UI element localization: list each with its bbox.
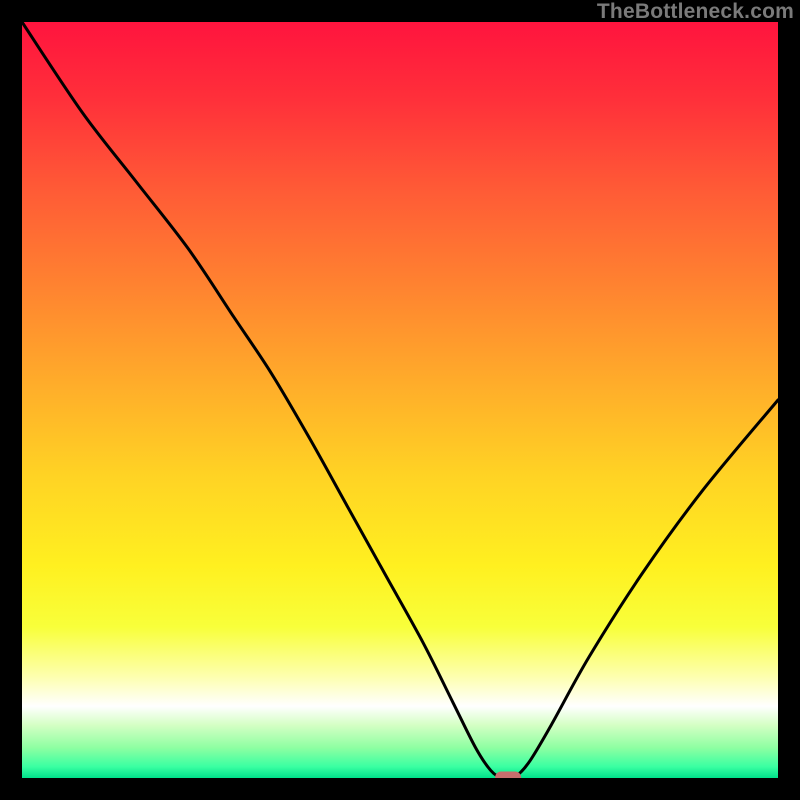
plot-area: [22, 22, 778, 778]
watermark-text: TheBottleneck.com: [597, 0, 794, 24]
optimum-marker: [495, 772, 521, 779]
chart-svg: [22, 22, 778, 778]
chart-container: TheBottleneck.com: [0, 0, 800, 800]
gradient-background: [22, 22, 778, 778]
